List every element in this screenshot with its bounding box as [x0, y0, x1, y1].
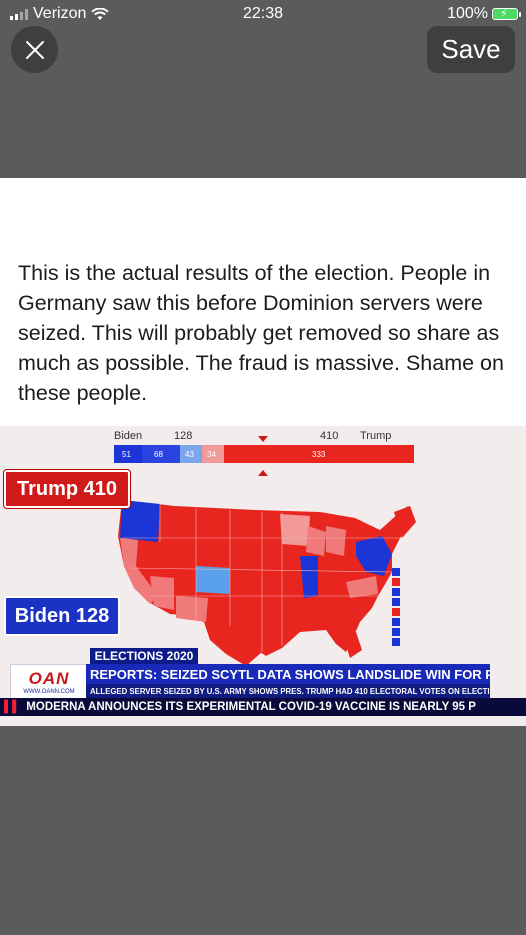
oan-logo-text: OAN	[28, 669, 70, 688]
status-right: 100% ⚡	[447, 5, 521, 23]
trump-total-box: Trump 410	[4, 470, 130, 508]
post-text: This is the actual results of the electi…	[18, 261, 504, 405]
bar-marker-bottom	[258, 470, 268, 476]
map-nm-light	[176, 596, 208, 622]
map-az-light	[150, 576, 174, 610]
oan-logo-url: WWW.OANN.COM	[23, 689, 75, 695]
map-mn-light	[280, 514, 310, 546]
close-button[interactable]	[11, 26, 58, 73]
bar-label-43: 43	[185, 450, 194, 459]
shared-image[interactable]: This is the actual results of the electi…	[0, 178, 526, 726]
bar-trump-total: 410	[320, 430, 338, 442]
bar-label-34: 34	[207, 450, 216, 459]
bar-marker-top	[258, 436, 268, 442]
bar-biden-name: Biden	[114, 430, 142, 442]
close-icon	[25, 40, 44, 59]
bar-trump-name: Trump	[360, 430, 391, 442]
map-mi-light	[326, 526, 346, 556]
save-button[interactable]: Save	[427, 26, 515, 73]
headline: REPORTS: SEIZED SCYTL DATA SHOWS LANDSLI…	[86, 664, 490, 684]
map-co-blue	[196, 566, 230, 594]
subheadline: ALLEGED SERVER SEIZED BY U.S. ARMY SHOWS…	[86, 684, 490, 698]
oan-logo: OAN WWW.OANN.COM	[10, 664, 88, 700]
battery-icon: ⚡	[492, 8, 521, 20]
battery-percent: 100%	[447, 5, 488, 22]
news-crawl: ▌▌ MODERNA ANNOUNCES ITS EXPERIMENTAL CO…	[0, 698, 526, 716]
bar-label-333: 333	[312, 450, 326, 459]
charging-icon: ⚡	[500, 8, 508, 20]
biden-total-box: Biden 128	[4, 596, 120, 636]
bar-label-68: 68	[154, 450, 163, 459]
crawl-separator: ▌▌	[4, 701, 21, 713]
bar-biden-total: 128	[174, 430, 192, 442]
broadcast-screenshot: 51 68 43 34 333 Biden 128 410 Trump Trum…	[0, 426, 526, 726]
crawl-text: MODERNA ANNOUNCES ITS EXPERIMENTAL COVID…	[26, 701, 476, 713]
small-state-list	[392, 568, 400, 646]
bar-label-51: 51	[122, 450, 131, 459]
elections-tag: ELECTIONS 2020	[90, 648, 198, 664]
